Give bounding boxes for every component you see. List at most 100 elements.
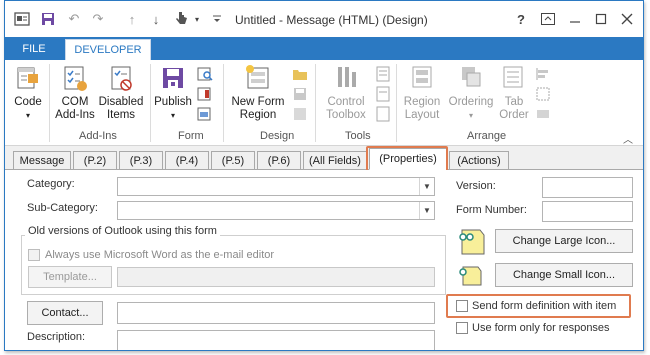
save-region-icon[interactable] <box>292 86 308 102</box>
app-icon[interactable] <box>13 10 31 28</box>
ribbon-developer: Code ▾ COM Add-Ins Disabled Items Add-In… <box>5 60 643 146</box>
contact-field[interactable] <box>117 302 435 324</box>
chevron-down-icon[interactable]: ▼ <box>419 178 434 195</box>
publish-button[interactable]: Publish ▾ <box>153 62 193 122</box>
properties-page: Category: ▼ Sub-Category: ▼ Old versions… <box>5 170 643 350</box>
form-tab-bar: Message (P.2) (P.3) (P.4) (P.5) (P.6) (A… <box>5 146 643 170</box>
use-form-only-checkbox[interactable] <box>456 322 468 334</box>
template-button[interactable]: Template... <box>28 266 112 288</box>
tab-file[interactable]: FILE <box>5 37 63 60</box>
ribbon-display-icon[interactable] <box>539 10 557 28</box>
category-combo[interactable]: ▼ <box>117 177 435 196</box>
tab-order-button[interactable]: Tab Order <box>497 62 531 122</box>
design-form-icon[interactable] <box>197 86 213 102</box>
change-small-icon-button[interactable]: Change Small Icon... <box>495 263 633 287</box>
tab-order-label-2: Order <box>499 109 529 121</box>
form-number-field[interactable] <box>542 201 633 222</box>
field-chooser-icon[interactable] <box>375 66 391 82</box>
publish-dropdown-icon: ▾ <box>170 111 175 120</box>
com-addins-label-2: Add-Ins <box>55 109 95 121</box>
disabled-items-label-2: Items <box>106 109 136 121</box>
region-layout-icon <box>412 66 432 88</box>
group-separator <box>49 64 50 142</box>
always-word-label: Always use Microsoft Word as the e-mail … <box>45 249 275 261</box>
up-icon[interactable]: ↑ <box>124 10 140 28</box>
control-toolbox-icon <box>338 67 356 87</box>
tab-p3[interactable]: (P.3) <box>119 151 163 169</box>
new-form-region-label-1: New Form <box>231 96 285 108</box>
qa-dropdown-icon[interactable]: ▾ <box>191 10 203 28</box>
always-word-checkbox[interactable] <box>28 249 40 261</box>
control-toolbox-label-1: Control <box>327 96 365 108</box>
small-icon-preview <box>456 261 486 291</box>
tab-all-fields[interactable]: (All Fields) <box>303 151 367 169</box>
send-form-definition-checkbox[interactable] <box>456 300 468 312</box>
size-icon[interactable] <box>535 106 551 122</box>
tab-message[interactable]: Message <box>13 151 71 169</box>
undo-icon[interactable]: ↶ <box>65 10 83 28</box>
new-form-region-button[interactable]: New Form Region <box>229 62 287 122</box>
region-layout-label-2: Layout <box>404 109 440 121</box>
region-layout-button[interactable]: Region Layout <box>401 62 443 122</box>
restore-icon[interactable] <box>592 10 610 28</box>
down-icon[interactable]: ↓ <box>148 10 164 28</box>
code-button[interactable]: Code ▾ <box>13 62 43 122</box>
group-separator <box>396 64 397 142</box>
folder-icon[interactable] <box>292 66 308 82</box>
tab-p5[interactable]: (P.5) <box>211 151 255 169</box>
help-button[interactable]: ? <box>512 10 530 28</box>
version-label: Version: <box>456 180 496 192</box>
close-icon[interactable] <box>618 10 636 28</box>
disabled-items-label-1: Disabled <box>98 96 144 108</box>
new-form-region-label-2: Region <box>239 109 277 121</box>
group-icon[interactable] <box>535 86 551 102</box>
template-path-field[interactable] <box>117 267 435 287</box>
customize-icon[interactable] <box>210 10 224 28</box>
disabled-items-icon <box>111 66 132 91</box>
group-label-design: Design <box>260 130 295 142</box>
form-number-label: Form Number: <box>456 204 527 216</box>
description-label: Description: <box>27 331 86 343</box>
align-icon[interactable] <box>535 66 551 82</box>
chevron-down-icon[interactable]: ▼ <box>419 202 434 219</box>
redo-icon[interactable]: ↷ <box>89 10 107 28</box>
tab-p4[interactable]: (P.4) <box>165 151 209 169</box>
publish-icon <box>163 68 183 88</box>
minimize-icon[interactable] <box>566 10 584 28</box>
view-code-icon[interactable] <box>197 66 213 82</box>
group-separator <box>315 64 316 142</box>
code-label: Code <box>14 96 42 108</box>
group-separator <box>223 64 224 142</box>
ordering-button[interactable]: Ordering ▾ <box>448 62 494 122</box>
tab-properties[interactable]: (Properties) <box>369 148 447 170</box>
tab-p6[interactable]: (P.6) <box>257 151 301 169</box>
save-icon[interactable] <box>39 10 57 28</box>
collapse-ribbon-icon[interactable]: ︿ <box>623 131 633 146</box>
tab-developer[interactable]: DEVELOPER <box>65 39 151 60</box>
control-toolbox-label-2: Toolbox <box>326 109 366 121</box>
ordering-icon <box>462 67 481 87</box>
disabled-items-button[interactable]: Disabled Items <box>97 62 145 122</box>
control-toolbox-button[interactable]: Control Toolbox <box>323 62 369 122</box>
touch-mode-icon[interactable] <box>171 10 191 28</box>
version-field[interactable] <box>542 177 633 198</box>
code-dropdown-icon: ▾ <box>25 111 30 120</box>
region-close-icon[interactable] <box>292 106 308 122</box>
group-label-tools: Tools <box>345 130 371 142</box>
tab-actions[interactable]: (Actions) <box>449 151 509 169</box>
category-label: Category: <box>27 178 75 190</box>
com-addins-button[interactable]: COM Add-Ins <box>53 62 97 122</box>
description-field[interactable] <box>117 330 435 350</box>
property-sheet-icon[interactable] <box>375 86 391 102</box>
contact-button[interactable]: Contact... <box>27 301 103 325</box>
code-icon <box>17 67 38 89</box>
publish-label: Publish <box>154 96 192 108</box>
group-label-addins: Add-Ins <box>79 130 117 142</box>
view-code-small-icon[interactable] <box>375 106 391 122</box>
ordering-label: Ordering <box>448 96 494 108</box>
large-icon-preview <box>456 227 486 257</box>
subcategory-combo[interactable]: ▼ <box>117 201 435 220</box>
run-form-icon[interactable] <box>197 106 213 122</box>
change-large-icon-button[interactable]: Change Large Icon... <box>495 229 633 253</box>
tab-p2[interactable]: (P.2) <box>73 151 117 169</box>
